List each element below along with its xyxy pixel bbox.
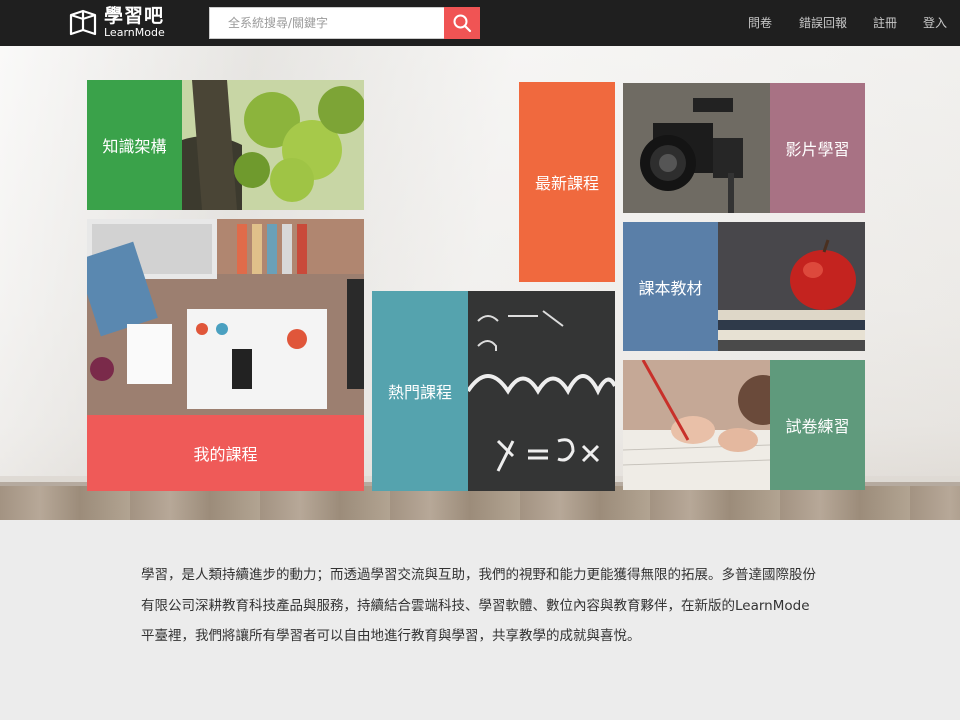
tile-latest-courses[interactable]: 最新課程 — [519, 82, 615, 282]
nav-survey-link[interactable]: 問卷 — [748, 14, 772, 31]
tile-latest-label: 最新課程 — [519, 82, 615, 282]
open-book-icon — [69, 9, 97, 36]
child-writing-photo — [623, 360, 770, 490]
tile-exam-label: 試卷練習 — [770, 360, 865, 490]
search-input[interactable] — [209, 7, 445, 39]
nav-register-link[interactable]: 註冊 — [873, 14, 897, 31]
chalkboard-photo — [468, 291, 615, 491]
tile-textbook-materials[interactable]: 課本教材 — [623, 222, 865, 351]
about-paragraph: 學習，是人類持續進步的動力；而透過學習交流與互助，我們的視野和能力更能獲得無限的… — [141, 567, 816, 644]
search-button[interactable] — [444, 7, 480, 39]
tree-photo — [182, 80, 364, 210]
tile-exam-practice[interactable]: 試卷練習 — [623, 360, 865, 490]
tile-my-courses[interactable]: 我的課程 — [87, 219, 364, 491]
logo-english-text: LearnMode — [104, 26, 165, 39]
tile-video-learning[interactable]: 影片學習 — [623, 83, 865, 213]
nav-error-report-link[interactable]: 錯誤回報 — [799, 14, 847, 31]
wooden-floor — [0, 486, 960, 520]
tile-popular-courses[interactable]: 熱門課程 — [372, 291, 615, 491]
tile-video-label: 影片學習 — [770, 83, 865, 213]
learnmode-logo[interactable]: 學習吧 LearnMode — [68, 5, 178, 41]
desk-photo — [87, 219, 364, 415]
nav-login-link[interactable]: 登入 — [923, 14, 947, 31]
tile-my-courses-label: 我的課程 — [87, 415, 364, 491]
apple-books-photo — [718, 222, 865, 351]
tile-popular-label: 熱門課程 — [372, 291, 468, 491]
tile-knowledge-label: 知識架構 — [87, 80, 182, 210]
logo-chinese-text: 學習吧 — [104, 5, 165, 27]
camera-photo — [623, 83, 770, 213]
top-navigation-bar: 學習吧 LearnMode 問卷 錯誤回報 註冊 登入 — [0, 0, 960, 46]
hero-banner: 知識架構 我的課程 最新課程 熱門課程 影片學習 課本教材 試卷練習 — [0, 46, 960, 520]
tile-knowledge-structure[interactable]: 知識架構 — [87, 80, 364, 210]
search-icon — [453, 14, 472, 33]
tile-textbook-label: 課本教材 — [623, 222, 718, 351]
